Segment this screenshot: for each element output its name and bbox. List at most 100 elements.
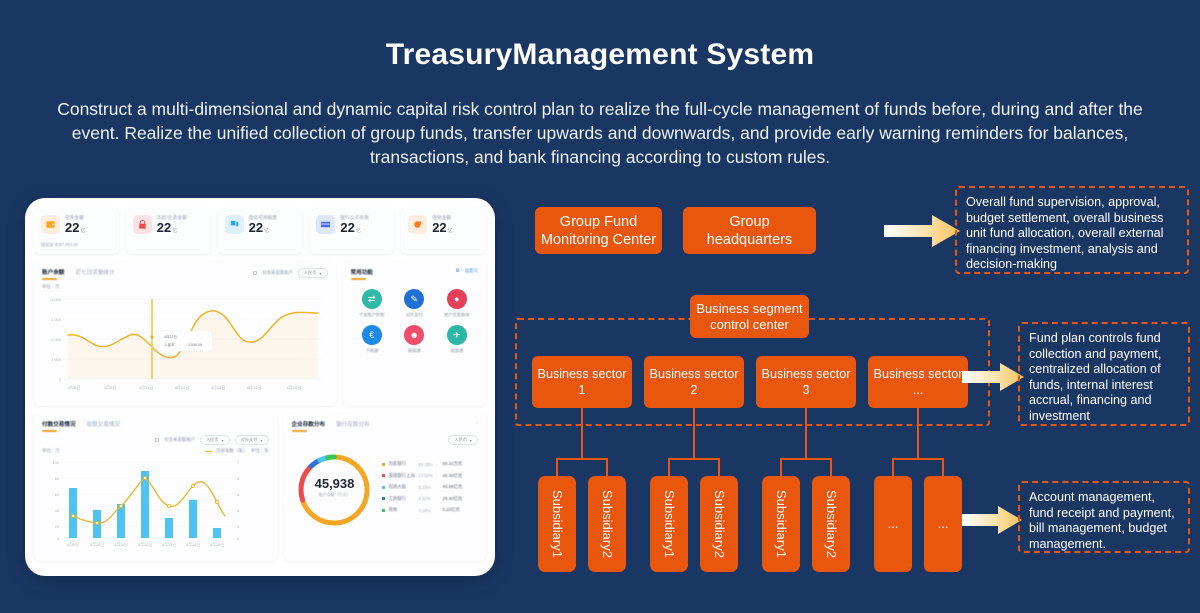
kpi-unit: 亿 [447, 228, 453, 234]
svg-text:0: 0 [237, 537, 239, 541]
quick-action-label: 对外支付 [405, 312, 423, 317]
connector-h [556, 458, 608, 460]
connector-h [668, 458, 720, 460]
subsidiary-2-2[interactable]: Subsidiary2 [700, 476, 738, 572]
business-sector-4[interactable]: Business sector ... [868, 356, 968, 408]
connector-v [556, 458, 558, 478]
quick-action-item[interactable]: ✎ 对外支付 [393, 289, 436, 318]
include-unlinked-checkbox[interactable] [253, 271, 258, 275]
arrow-level2 [962, 363, 1024, 391]
svg-text:0: 0 [57, 537, 59, 541]
svg-text:4月9日: 4月9日 [104, 385, 116, 390]
currency-select[interactable]: 人民币 ▾ [199, 435, 230, 445]
subsidiary-1-1[interactable]: Subsidiary1 [538, 476, 576, 572]
deposit-legend: 为民银行 69.33% 90.22万元 富德银行上海 17.53% 46.30亿… [381, 461, 479, 519]
svg-text:人民币: 人民币 [164, 342, 175, 347]
kpi-unit: 亿 [172, 228, 178, 234]
legend-value: 40.68亿元 [442, 484, 463, 490]
svg-text:80: 80 [55, 477, 59, 481]
business-segment-control-center[interactable]: Business segment control center [690, 295, 809, 338]
tab-payment-transactions[interactable]: 付款交易情况 [42, 420, 76, 432]
kpi-label: 授信可用额度 [248, 215, 278, 220]
quick-action-item[interactable]: € 个税通 [351, 325, 394, 354]
subsidiary-4-1[interactable]: ... [874, 476, 912, 572]
subsidiary-3-1[interactable]: Subsidiary1 [762, 476, 800, 572]
subsidiary-2-1[interactable]: Subsidiary1 [650, 476, 688, 572]
quick-action-label: 差旅通 [450, 348, 464, 353]
svg-text:0: 0 [59, 377, 62, 382]
gear-icon: ⚙ [455, 268, 460, 274]
quick-functions-title: 常用功能 [351, 268, 373, 280]
currency-value: 人民币 [454, 437, 467, 442]
svg-text:4月13日: 4月13日 [211, 385, 226, 390]
business-sector-3[interactable]: Business sector 3 [756, 356, 856, 408]
kpi-card[interactable]: 授信可用额度 22亿 [217, 208, 303, 254]
currency-select[interactable]: 人民币 ▾ [448, 435, 478, 445]
connector-v [668, 458, 670, 478]
kpi-subtext: 保证金 ¥287,663.30 [41, 242, 79, 247]
currency-select[interactable]: 人民币 ▾ [297, 268, 328, 278]
connector-v [917, 408, 919, 460]
include-unlinked-checkbox[interactable] [155, 438, 160, 442]
account-icon: ● [446, 289, 467, 309]
kpi-card[interactable]: 冻结/在途金额 22亿 [125, 208, 211, 254]
tab-account-balance[interactable]: 账户余额 [42, 268, 64, 280]
group-headquarters[interactable]: Group headquarters [683, 207, 816, 254]
subsidiary-4-2[interactable]: ... [924, 476, 962, 572]
svg-text:1,000: 1,000 [51, 357, 62, 362]
level2-note: Fund plan controls fund collection and p… [1018, 322, 1190, 426]
connector-h [892, 458, 944, 460]
kpi-value: 22 [156, 220, 172, 235]
piggybank-icon [408, 215, 428, 234]
chevron-down-icon: ▾ [260, 437, 263, 443]
card-icon [316, 215, 336, 234]
tab-seven-day-flow[interactable]: 近七日流量统计 [75, 268, 114, 276]
tab-enterprise-deposit[interactable]: 企业存款分布 [292, 420, 326, 432]
dashboard-preview: 可用金额 22亿 保证金 ¥287,663.30 冻结/在途金额 22亿 授信可… [25, 198, 495, 576]
legend-label: 为民银行 [388, 461, 407, 467]
tab-bank-deposit[interactable]: 银行存款分布 [336, 420, 370, 428]
connector-v [718, 458, 720, 478]
svg-text:4月15日: 4月15日 [287, 385, 302, 390]
svg-text:4月8日: 4月8日 [68, 385, 80, 390]
kpi-card[interactable]: 银行公司存款 22亿 [309, 208, 395, 254]
transfer-icon: ⇄ [361, 289, 382, 309]
legend-value: 46.30亿元 [442, 472, 463, 478]
quick-action-item[interactable]: ✈ 差旅通 [436, 325, 479, 354]
customize-link[interactable]: 自定义 [465, 268, 478, 274]
legend-value: 29.40亿元 [442, 495, 463, 501]
kpi-card[interactable]: 理财金额 22亿 [401, 208, 486, 254]
business-sector-2[interactable]: Business sector 2 [644, 356, 744, 408]
quick-functions-panel: 常用功能 ⚙ 自定义 ⇄ 个金账户转账 ✎ 对外支付 ● 账户交易查询 € 个税… [342, 261, 486, 406]
legend-percent: 4.52% [418, 496, 431, 502]
page-title: TreasuryManagement System [385, 38, 815, 71]
business-sector-1[interactable]: Business sector 1 [532, 356, 632, 408]
legend-label: 招商大股 [388, 484, 407, 490]
subsidiary-3-2[interactable]: Subsidiary2 [812, 476, 850, 572]
refresh-icon[interactable]: ◌ [475, 420, 478, 426]
kpi-unit: 亿 [264, 228, 270, 234]
paytype-select[interactable]: 对外支付 ▾ [234, 435, 269, 445]
group-fund-monitoring-center[interactable]: Group Fund Monitoring Center [535, 207, 662, 254]
chart-unit-left: 单位：万 [42, 448, 60, 453]
tab-receipt-transactions[interactable]: 收款交易情况 [87, 420, 121, 428]
svg-text:4: 4 [237, 509, 239, 513]
svg-text:4月15日: 4月15日 [210, 542, 224, 547]
svg-text:4月12日: 4月12日 [138, 542, 152, 547]
kpi-card-row: 可用金额 22亿 保证金 ¥287,663.30 冻结/在途金额 22亿 授信可… [34, 208, 486, 254]
svg-text:4月13日: 4月13日 [162, 542, 176, 547]
account-balance-panel: 账户余额 近七日流量统计 包含未直联账户 人民币 ▾ 单位：万 4,000 3,… [34, 261, 336, 406]
subsidiary-1-2[interactable]: Subsidiary2 [588, 476, 626, 572]
legend-percent: 69.33% [418, 461, 433, 467]
kpi-card[interactable]: 可用金额 22亿 保证金 ¥287,663.30 [34, 208, 119, 254]
quick-action-item[interactable]: ● 账户交易查询 [436, 289, 479, 318]
tax-icon: € [361, 325, 382, 345]
quick-action-item[interactable]: ⇄ 个金账户转账 [351, 289, 394, 318]
chevron-down-icon: ▾ [469, 437, 472, 443]
svg-text:6: 6 [237, 477, 239, 481]
kpi-unit: 亿 [355, 228, 361, 234]
svg-text:2: 2 [237, 525, 239, 529]
paytype-value: 对外支付 [240, 437, 258, 442]
quick-action-item[interactable]: ☻ 报销通 [393, 325, 436, 354]
chart-legend: 交易笔数（笔） [216, 448, 247, 453]
